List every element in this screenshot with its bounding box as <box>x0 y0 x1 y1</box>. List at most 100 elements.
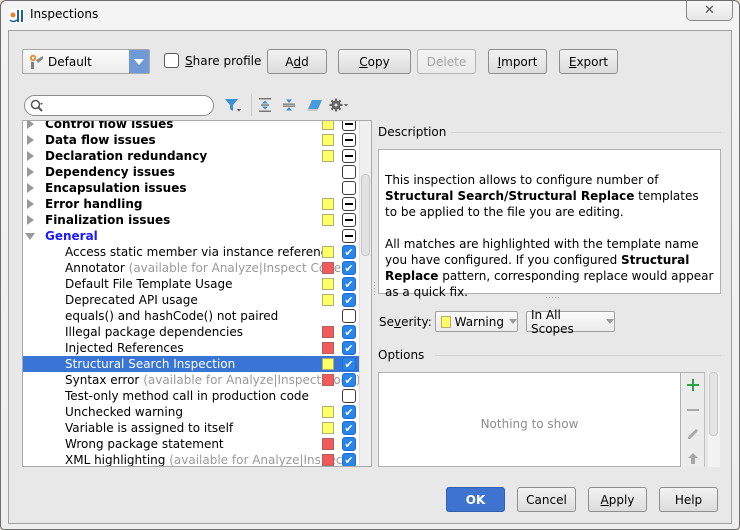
remove-option-button[interactable] <box>685 402 701 418</box>
chevron-down-icon[interactable] <box>129 50 149 73</box>
expand-all-button[interactable] <box>255 95 275 115</box>
profile-select[interactable]: Default <box>22 49 150 74</box>
tree-group-row[interactable]: Control flow issues <box>23 121 359 132</box>
tree-group-row[interactable]: Finalization issues <box>23 212 359 228</box>
options-scrollbar-thumb[interactable] <box>709 372 718 436</box>
expand-right-icon[interactable] <box>27 183 34 193</box>
tree-row-label: Dependency issues <box>45 165 175 179</box>
export-button[interactable]: Export <box>559 49 618 74</box>
vertical-splitter[interactable] <box>373 281 376 295</box>
enable-checkbox[interactable]: ✔ <box>342 453 356 466</box>
scope-select[interactable]: In All Scopes <box>526 308 615 336</box>
search-input[interactable] <box>24 95 214 116</box>
tree-group-row[interactable]: Dependency issues <box>23 164 359 180</box>
ok-button[interactable]: OK <box>446 487 505 512</box>
tree-group-row[interactable]: Error handling <box>23 196 359 212</box>
enable-checkbox[interactable]: ✔ <box>342 325 356 339</box>
share-profile-checkbox[interactable] <box>164 53 179 68</box>
enable-checkbox[interactable] <box>342 213 356 227</box>
enable-checkbox[interactable] <box>342 149 356 163</box>
tree-inspection-row[interactable]: Illegal package dependencies ✔ <box>23 324 359 340</box>
enable-checkbox[interactable]: ✔ <box>342 245 356 259</box>
help-button[interactable]: Help <box>659 487 718 512</box>
cancel-button[interactable]: Cancel <box>517 487 576 512</box>
enable-checkbox[interactable]: ✔ <box>342 373 356 387</box>
tree-inspection-row[interactable]: Variable is assigned to itself ✔ <box>23 420 359 436</box>
collapse-all-button[interactable] <box>279 95 299 115</box>
apply-button[interactable]: Apply <box>588 487 647 512</box>
tree-inspection-row[interactable]: Unchecked warning ✔ <box>23 404 359 420</box>
tree-group-row[interactable]: Declaration redundancy <box>23 148 359 164</box>
reset-button[interactable] <box>305 95 325 115</box>
tree-inspection-row[interactable]: Structural Search Inspection ✔ <box>23 356 359 372</box>
enable-checkbox[interactable] <box>342 389 356 403</box>
tree-group-row[interactable]: Data flow issues <box>23 132 359 148</box>
import-button[interactable]: Import <box>488 49 547 74</box>
tree-group-row[interactable]: General <box>23 228 359 244</box>
tree-row-hint: (available for Analyze|Inspect <box>169 453 348 467</box>
severity-error-indicator <box>322 438 334 450</box>
add-option-button[interactable] <box>685 377 701 393</box>
inspections-dialog: Inspections ✕ Default Share profile Add … <box>0 0 740 530</box>
tree-inspection-row[interactable]: Injected References ✔ <box>23 340 359 356</box>
tree-inspection-row[interactable]: Wrong package statement ✔ <box>23 436 359 452</box>
tree-group-row[interactable]: Encapsulation issues <box>23 180 359 196</box>
tree-scrollbar[interactable] <box>359 121 371 466</box>
move-up-option-button[interactable] <box>685 450 701 466</box>
enable-checkbox[interactable]: ✔ <box>342 421 356 435</box>
enable-checkbox[interactable]: ✔ <box>342 341 356 355</box>
tree-inspection-row[interactable]: Deprecated API usage ✔ <box>23 292 359 308</box>
tree-inspection-row[interactable]: Syntax error (available for Analyze|Insp… <box>23 372 361 388</box>
enable-checkbox[interactable] <box>342 197 356 211</box>
tree-inspection-row[interactable]: Test-only method call in production code <box>23 388 359 404</box>
enable-checkbox[interactable] <box>342 165 356 179</box>
enable-checkbox[interactable] <box>342 121 356 131</box>
tree-inspection-row[interactable]: equals() and hashCode() not paired <box>23 308 359 324</box>
search-icon <box>30 99 43 112</box>
enable-checkbox[interactable] <box>342 133 356 147</box>
severity-color-swatch <box>441 315 451 328</box>
severity-warning-indicator <box>322 358 334 370</box>
expand-right-icon[interactable] <box>27 215 34 225</box>
enable-checkbox[interactable]: ✔ <box>342 261 356 275</box>
horizontal-splitter[interactable] <box>545 296 559 299</box>
tree-inspection-row[interactable]: XML highlighting (available for Analyze|… <box>23 452 359 467</box>
enable-checkbox[interactable]: ✔ <box>342 405 356 419</box>
edit-option-button[interactable] <box>685 426 701 442</box>
expand-down-icon[interactable] <box>25 233 35 240</box>
tree-inspection-row[interactable]: Annotator (available for Analyze|Inspect… <box>23 260 359 276</box>
copy-button[interactable]: Copy <box>338 49 411 74</box>
tree-row-label: Syntax error (available for Analyze|Insp… <box>65 373 361 387</box>
severity-select[interactable]: Warning <box>435 311 518 332</box>
enable-checkbox[interactable] <box>342 181 356 195</box>
expand-right-icon[interactable] <box>27 121 34 129</box>
expand-right-icon[interactable] <box>27 199 34 209</box>
enable-checkbox[interactable] <box>342 309 356 323</box>
inspections-tree[interactable]: Control flow issues Data flow issues Decla… <box>22 120 372 467</box>
checkmark-icon: ✔ <box>344 277 354 291</box>
expand-right-icon[interactable] <box>27 151 34 161</box>
tree-row-label: Default File Template Usage <box>65 277 233 291</box>
options-scrollbar[interactable] <box>708 372 720 467</box>
tree-inspection-row[interactable]: Default File Template Usage ✔ <box>23 276 359 292</box>
share-profile-label[interactable]: Share profile <box>185 54 261 68</box>
tree-scrollbar-thumb[interactable] <box>361 174 370 256</box>
expand-right-icon[interactable] <box>27 135 34 145</box>
tree-inspection-row[interactable]: Access static member via instance refere… <box>23 244 359 260</box>
enable-checkbox[interactable]: ✔ <box>342 277 356 291</box>
severity-warning-indicator <box>322 246 334 258</box>
enable-checkbox[interactable]: ✔ <box>342 293 356 307</box>
options-list[interactable]: Nothing to show <box>378 372 681 467</box>
settings-button[interactable] <box>329 95 349 115</box>
add-button[interactable]: Add <box>267 49 327 74</box>
close-button[interactable]: ✕ <box>686 1 733 21</box>
expand-right-icon[interactable] <box>27 167 34 177</box>
delete-button[interactable]: Delete <box>417 49 476 74</box>
filter-button[interactable] <box>223 95 243 115</box>
enable-checkbox[interactable]: ✔ <box>342 357 356 371</box>
pencil-icon <box>688 429 698 439</box>
intellij-app-icon <box>9 9 24 23</box>
enable-checkbox[interactable]: ✔ <box>342 437 356 451</box>
tree-row-label: Encapsulation issues <box>45 181 187 195</box>
enable-checkbox[interactable] <box>342 229 356 243</box>
